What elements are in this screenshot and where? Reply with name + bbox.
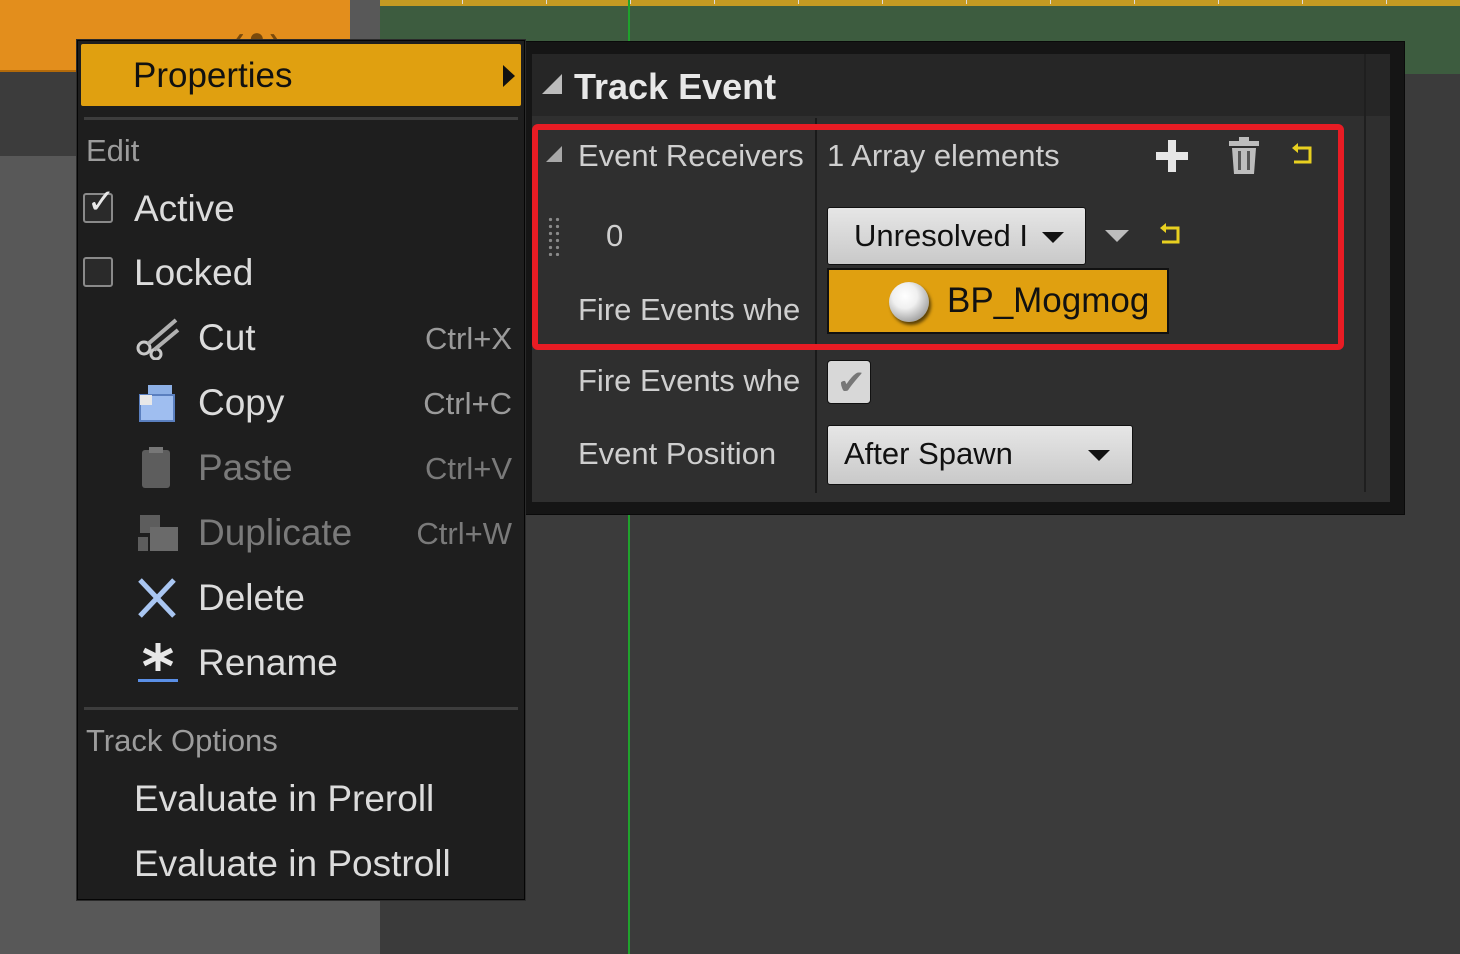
properties-label: Properties — [133, 56, 293, 95]
menu-item-copy[interactable]: Copy Ctrl+C — [78, 371, 524, 433]
menu-item-evaluate-postroll[interactable]: Evaluate in Postroll — [78, 832, 524, 894]
fire-events-label-2: Fire Events whe — [578, 363, 801, 398]
locked-checkbox[interactable] — [83, 257, 113, 287]
event-position-label: Event Position — [578, 436, 777, 471]
paste-icon — [142, 447, 170, 488]
duplicate-icon — [138, 515, 178, 551]
menu-separator — [84, 707, 518, 710]
locked-label: Locked — [134, 252, 254, 293]
event-position-combo[interactable]: After Spawn — [827, 425, 1133, 485]
paste-shortcut: Ctrl+V — [425, 451, 512, 486]
context-menu: Properties Edit ✓ Active Locked Cut Ctrl… — [77, 40, 525, 900]
menu-item-properties[interactable]: Properties — [81, 44, 521, 106]
delete-label: Delete — [198, 577, 305, 618]
menu-item-evaluate-preroll[interactable]: Evaluate in Preroll — [78, 767, 524, 829]
scissors-icon — [136, 318, 180, 360]
duplicate-label: Duplicate — [198, 512, 353, 553]
event-position-value: After Spawn — [844, 436, 1013, 471]
track-event-section-header[interactable]: Track Event — [532, 54, 1390, 116]
duplicate-shortcut: Ctrl+W — [416, 516, 512, 551]
menu-separator — [84, 117, 518, 120]
active-label: Active — [134, 188, 235, 229]
rename-icon — [138, 643, 178, 682]
delete-x-icon — [138, 578, 176, 618]
rename-label: Rename — [198, 642, 338, 683]
collapse-triangle-icon[interactable] — [542, 74, 562, 94]
cut-shortcut: Ctrl+X — [425, 321, 512, 356]
menu-item-active[interactable]: ✓ Active — [78, 177, 524, 239]
copy-label: Copy — [198, 382, 285, 423]
submenu-arrow-icon — [503, 65, 515, 87]
active-checkbox[interactable]: ✓ — [83, 185, 116, 223]
checkmark-icon: ✔ — [837, 364, 866, 402]
panel-scroll-edge — [1364, 54, 1366, 492]
menu-item-cut[interactable]: Cut Ctrl+X — [78, 306, 524, 368]
evaluate-preroll-label: Evaluate in Preroll — [134, 778, 435, 819]
copy-icon — [139, 385, 175, 422]
cut-label: Cut — [198, 317, 256, 358]
evaluate-postroll-label: Evaluate in Postroll — [134, 843, 451, 884]
fire-events-checkbox[interactable]: ✔ — [827, 360, 871, 404]
checkmark-icon: ✓ — [87, 183, 116, 221]
track-options-section-header: Track Options — [86, 723, 278, 758]
menu-item-duplicate[interactable]: Duplicate Ctrl+W — [78, 501, 524, 563]
menu-item-rename[interactable]: Rename — [78, 631, 524, 693]
chevron-down-icon — [1088, 450, 1110, 461]
edit-section-header: Edit — [86, 133, 140, 168]
menu-item-paste[interactable]: Paste Ctrl+V — [78, 436, 524, 498]
menu-item-locked[interactable]: Locked — [78, 241, 524, 303]
copy-shortcut: Ctrl+C — [423, 386, 512, 421]
section-title: Track Event — [574, 66, 777, 107]
highlight-annotation — [532, 124, 1344, 350]
menu-item-delete[interactable]: Delete — [78, 566, 524, 628]
paste-label: Paste — [198, 447, 293, 488]
timeline-ruler — [380, 0, 1460, 4]
